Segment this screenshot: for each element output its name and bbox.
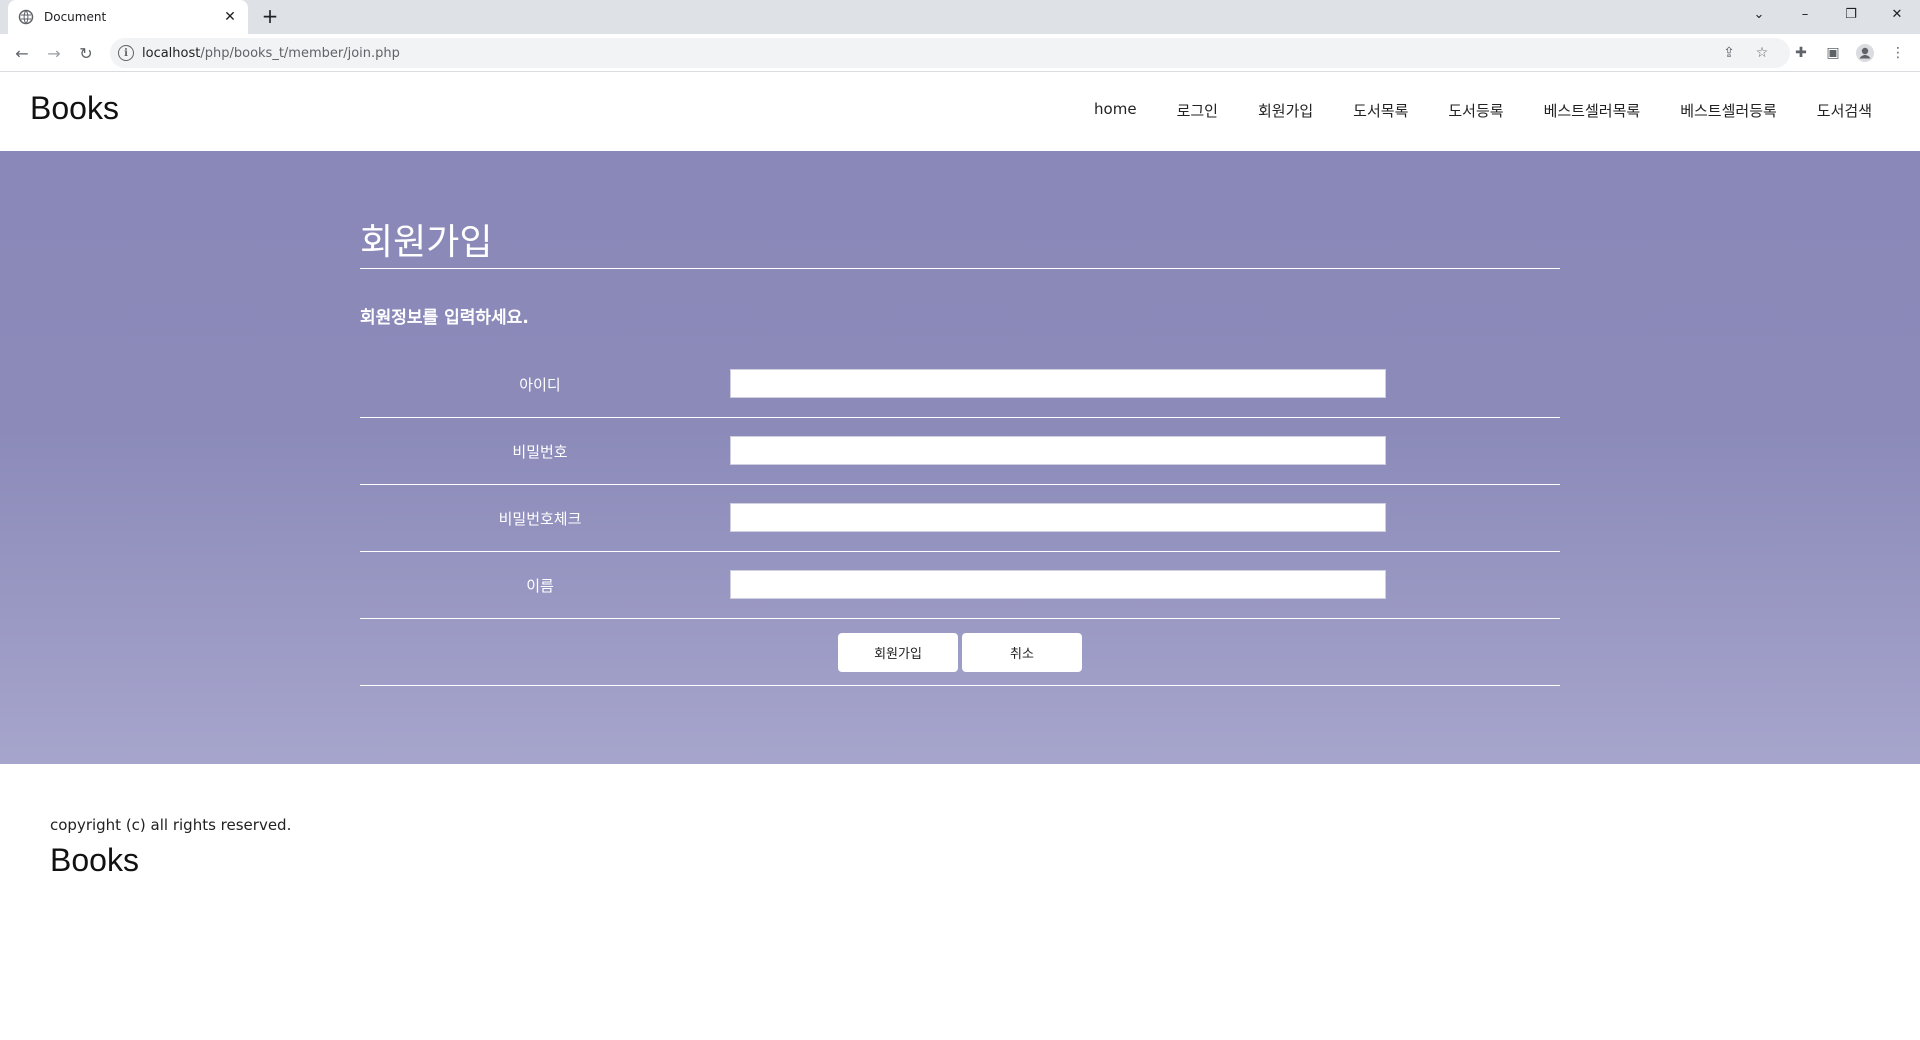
footer-logo: Books: [50, 842, 139, 878]
browser-tabstrip: Document ✕ + ⌄ – ❐ ✕: [0, 0, 1920, 34]
form-row-password: 비밀번호: [360, 418, 1560, 485]
title-divider: [360, 268, 1560, 269]
url-text[interactable]: localhost/php/books_t/member/join.php: [142, 46, 400, 61]
window-close-icon[interactable]: ✕: [1874, 0, 1920, 28]
browser-toolbar: ← → ↻ i localhost/php/books_t/member/joi…: [0, 34, 1920, 72]
forward-icon[interactable]: →: [42, 41, 66, 65]
browser-tab[interactable]: Document ✕: [8, 0, 248, 34]
form-subtitle: 회원정보를 입력하세요.: [360, 308, 529, 328]
address-bar[interactable]: i localhost/php/books_t/member/join.php: [110, 38, 1790, 68]
back-icon[interactable]: ←: [10, 41, 34, 65]
site-logo[interactable]: Books: [30, 90, 119, 127]
nav-bestseller-register[interactable]: 베스트셀러등록: [1680, 100, 1777, 121]
nav-login[interactable]: 로그인: [1177, 100, 1218, 121]
nav-join[interactable]: 회원가입: [1258, 100, 1313, 121]
join-section: 회원가입 회원정보를 입력하세요. 아이디 비밀번호 비밀번호체크 이름 회원가…: [0, 151, 1920, 764]
nav-bestseller-list[interactable]: 베스트셀러목록: [1544, 100, 1641, 121]
form-row-id: 아이디: [360, 351, 1560, 418]
site-footer: copyright (c) all rights reserved. Books: [0, 764, 1920, 1040]
side-panel-icon[interactable]: ▣: [1823, 43, 1843, 63]
share-icon[interactable]: ⇪: [1719, 43, 1739, 63]
name-input[interactable]: [730, 570, 1386, 599]
name-label: 이름: [526, 576, 554, 595]
page-title: 회원가입: [360, 222, 493, 263]
site-header: Books home 로그인 회원가입 도서목록 도서등록 베스트셀러목록 베스…: [0, 72, 1920, 151]
password-check-label: 비밀번호체크: [498, 509, 582, 528]
cancel-button[interactable]: 취소: [962, 633, 1082, 672]
form-row-password-check: 비밀번호체크: [360, 485, 1560, 552]
reload-icon[interactable]: ↻: [74, 41, 98, 65]
id-label: 아이디: [519, 375, 561, 394]
id-input[interactable]: [730, 369, 1386, 398]
form-row-name: 이름: [360, 552, 1560, 619]
password-label: 비밀번호: [512, 442, 568, 461]
minimize-icon[interactable]: –: [1782, 0, 1828, 28]
copyright-text: copyright (c) all rights reserved.: [50, 816, 292, 834]
form-button-row: 회원가입 취소: [360, 619, 1560, 686]
new-tab-button[interactable]: +: [259, 6, 281, 28]
site-info-icon[interactable]: i: [118, 45, 134, 61]
password-check-input[interactable]: [730, 503, 1386, 532]
profile-avatar-icon[interactable]: [1855, 43, 1875, 63]
close-tab-icon[interactable]: ✕: [222, 9, 238, 25]
globe-icon: [18, 9, 34, 25]
tab-title: Document: [44, 10, 107, 24]
nav-book-search[interactable]: 도서검색: [1817, 100, 1872, 121]
nav-book-list[interactable]: 도서목록: [1353, 100, 1408, 121]
nav-book-register[interactable]: 도서등록: [1448, 100, 1503, 121]
main-nav: home 로그인 회원가입 도서목록 도서등록 베스트셀러목록 베스트셀러등록 …: [1054, 100, 1872, 121]
nav-home[interactable]: home: [1094, 100, 1137, 121]
password-input[interactable]: [730, 436, 1386, 465]
restore-icon[interactable]: ❐: [1828, 0, 1874, 28]
join-submit-button[interactable]: 회원가입: [838, 633, 958, 672]
tab-search-icon[interactable]: ⌄: [1736, 0, 1782, 28]
extensions-icon[interactable]: ✚: [1791, 43, 1811, 63]
browser-menu-icon[interactable]: ⋮: [1888, 43, 1908, 63]
bookmark-star-icon[interactable]: ☆: [1752, 43, 1772, 63]
